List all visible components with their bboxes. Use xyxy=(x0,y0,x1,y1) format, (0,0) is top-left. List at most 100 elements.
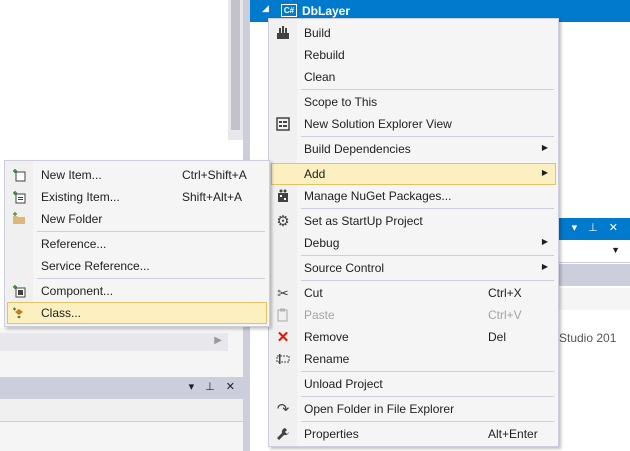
tool-window-toolbar xyxy=(0,399,243,422)
menu-item-label: Rebuild xyxy=(304,48,345,62)
menu-item-new-solution-explorer-view[interactable]: New Solution Explorer View xyxy=(271,113,556,135)
menu-item-label: Debug xyxy=(304,236,340,250)
menu-item-label: Source Control xyxy=(304,261,385,275)
new-view-icon xyxy=(275,116,291,132)
menu-item-label: Service Reference... xyxy=(41,259,150,273)
chevron-down-icon: ▼ xyxy=(611,245,620,255)
class-icon xyxy=(11,305,27,321)
project-name: DbLayer xyxy=(302,4,351,18)
menu-item-shortcut: Ctrl+X xyxy=(488,286,522,300)
menu-item-label: Add xyxy=(304,167,326,181)
menu-item-label: Class... xyxy=(41,306,82,320)
partial-text: l Studio 201 xyxy=(553,331,617,345)
wrench-icon xyxy=(275,426,291,442)
tool-window-header: ▾ ⊥ ✕ xyxy=(0,377,243,399)
menu-item-debug[interactable]: Debug ▶ xyxy=(271,232,556,254)
menu-item-label: Build xyxy=(304,26,331,40)
project-context-menu: Build Rebuild Clean Scope to This New So… xyxy=(268,18,559,447)
menu-item-source-control[interactable]: Source Control ▶ xyxy=(271,257,556,279)
menu-item-label: Clean xyxy=(304,70,336,84)
menu-item-shortcut: Ctrl+V xyxy=(488,308,522,322)
submenu-item-reference[interactable]: Reference... xyxy=(7,233,267,255)
menu-separator xyxy=(301,371,554,372)
properties-header-buttons[interactable]: ▾ ⊥ ✕ xyxy=(572,221,622,234)
folder-icon xyxy=(11,211,27,227)
properties-dropdown[interactable]: ▼ xyxy=(555,240,630,263)
remove-icon: ✕ xyxy=(276,329,290,346)
menu-item-label: Scope to This xyxy=(304,95,378,109)
menu-item-manage-nuget[interactable]: Manage NuGet Packages... xyxy=(271,185,556,207)
component-icon xyxy=(11,283,27,299)
menu-item-build[interactable]: Build xyxy=(271,22,556,44)
menu-item-clean[interactable]: Clean xyxy=(271,66,556,88)
menu-separator xyxy=(301,280,554,281)
menu-separator xyxy=(301,89,554,90)
menu-item-label: Set as StartUp Project xyxy=(304,214,423,228)
menu-item-scope-to-this[interactable]: Scope to This xyxy=(271,91,556,113)
scrollbar-thumb[interactable] xyxy=(231,0,240,130)
submenu-arrow-icon: ▶ xyxy=(541,262,548,271)
existing-item-icon xyxy=(11,189,27,205)
menu-item-unload-project[interactable]: Unload Project xyxy=(271,373,556,395)
menu-item-label: Manage NuGet Packages... xyxy=(304,189,452,203)
menu-item-shortcut: Del xyxy=(488,330,507,344)
scissors-icon: ✂ xyxy=(277,284,289,301)
menu-item-label: Open Folder in File Explorer xyxy=(304,402,455,416)
csharp-project-icon: C# xyxy=(281,4,297,17)
menu-item-label: Existing Item... xyxy=(41,190,120,204)
rename-icon xyxy=(275,351,291,367)
new-item-icon xyxy=(11,167,27,183)
menu-separator xyxy=(301,421,554,422)
menu-item-build-dependencies[interactable]: Build Dependencies ▶ xyxy=(271,138,556,160)
menu-item-properties[interactable]: Properties Alt+Enter xyxy=(271,423,556,445)
menu-separator xyxy=(301,255,554,256)
submenu-arrow-icon: ▶ xyxy=(541,168,548,177)
menu-item-label: Reference... xyxy=(41,237,107,251)
menu-item-add[interactable]: Add ▶ xyxy=(271,163,556,185)
properties-header: ▾ ⊥ ✕ xyxy=(555,218,630,240)
submenu-item-class[interactable]: Class... xyxy=(7,302,267,324)
menu-separator xyxy=(37,278,265,279)
menu-item-cut[interactable]: ✂ Cut Ctrl+X xyxy=(271,282,556,304)
menu-item-set-startup[interactable]: ⚙ Set as StartUp Project xyxy=(271,210,556,232)
gear-icon: ⚙ xyxy=(276,213,290,230)
properties-row[interactable] xyxy=(555,288,630,310)
menu-item-label: Unload Project xyxy=(304,377,383,391)
menu-separator xyxy=(301,396,554,397)
menu-item-label: Remove xyxy=(304,330,349,344)
horizontal-scrollbar[interactable]: ▶ xyxy=(0,333,228,351)
menu-item-label: Paste xyxy=(304,308,335,322)
nuget-icon xyxy=(275,188,291,204)
menu-item-rebuild[interactable]: Rebuild xyxy=(271,44,556,66)
submenu-item-new-item[interactable]: New Item... Ctrl+Shift+A xyxy=(7,164,267,186)
properties-selected-row[interactable] xyxy=(555,264,630,286)
menu-item-label: Properties xyxy=(304,427,359,441)
menu-item-paste: Paste Ctrl+V xyxy=(271,304,556,326)
submenu-item-service-reference[interactable]: Service Reference... xyxy=(7,255,267,277)
scroll-right-icon[interactable]: ▶ xyxy=(214,335,222,346)
menu-item-label: Component... xyxy=(41,284,114,298)
add-submenu: New Item... Ctrl+Shift+A Existing Item..… xyxy=(4,160,270,327)
submenu-arrow-icon: ▶ xyxy=(541,143,548,152)
menu-item-rename[interactable]: Rename xyxy=(271,348,556,370)
menu-item-label: Cut xyxy=(304,286,323,300)
menu-item-label: New Folder xyxy=(41,212,103,226)
tool-window-buttons[interactable]: ▾ ⊥ ✕ xyxy=(189,380,239,393)
submenu-item-existing-item[interactable]: Existing Item... Shift+Alt+A xyxy=(7,186,267,208)
menu-item-label: Build Dependencies xyxy=(304,142,411,156)
menu-separator xyxy=(301,136,554,137)
menu-item-label: Rename xyxy=(304,352,350,366)
submenu-arrow-icon: ▶ xyxy=(541,237,548,246)
submenu-item-new-folder[interactable]: New Folder xyxy=(7,208,267,230)
menu-item-label: New Solution Explorer View xyxy=(304,117,452,131)
build-icon xyxy=(275,25,291,41)
paste-icon xyxy=(275,307,291,323)
menu-separator xyxy=(37,231,265,232)
submenu-item-component[interactable]: Component... xyxy=(7,280,267,302)
menu-item-remove[interactable]: ✕ Remove Del xyxy=(271,326,556,348)
menu-item-label: New Item... xyxy=(41,168,102,182)
expand-arrow-icon[interactable]: ◢ xyxy=(262,3,269,14)
menu-separator xyxy=(301,208,554,209)
open-folder-icon: ↷ xyxy=(276,401,290,418)
menu-item-open-folder[interactable]: ↷ Open Folder in File Explorer xyxy=(271,398,556,420)
